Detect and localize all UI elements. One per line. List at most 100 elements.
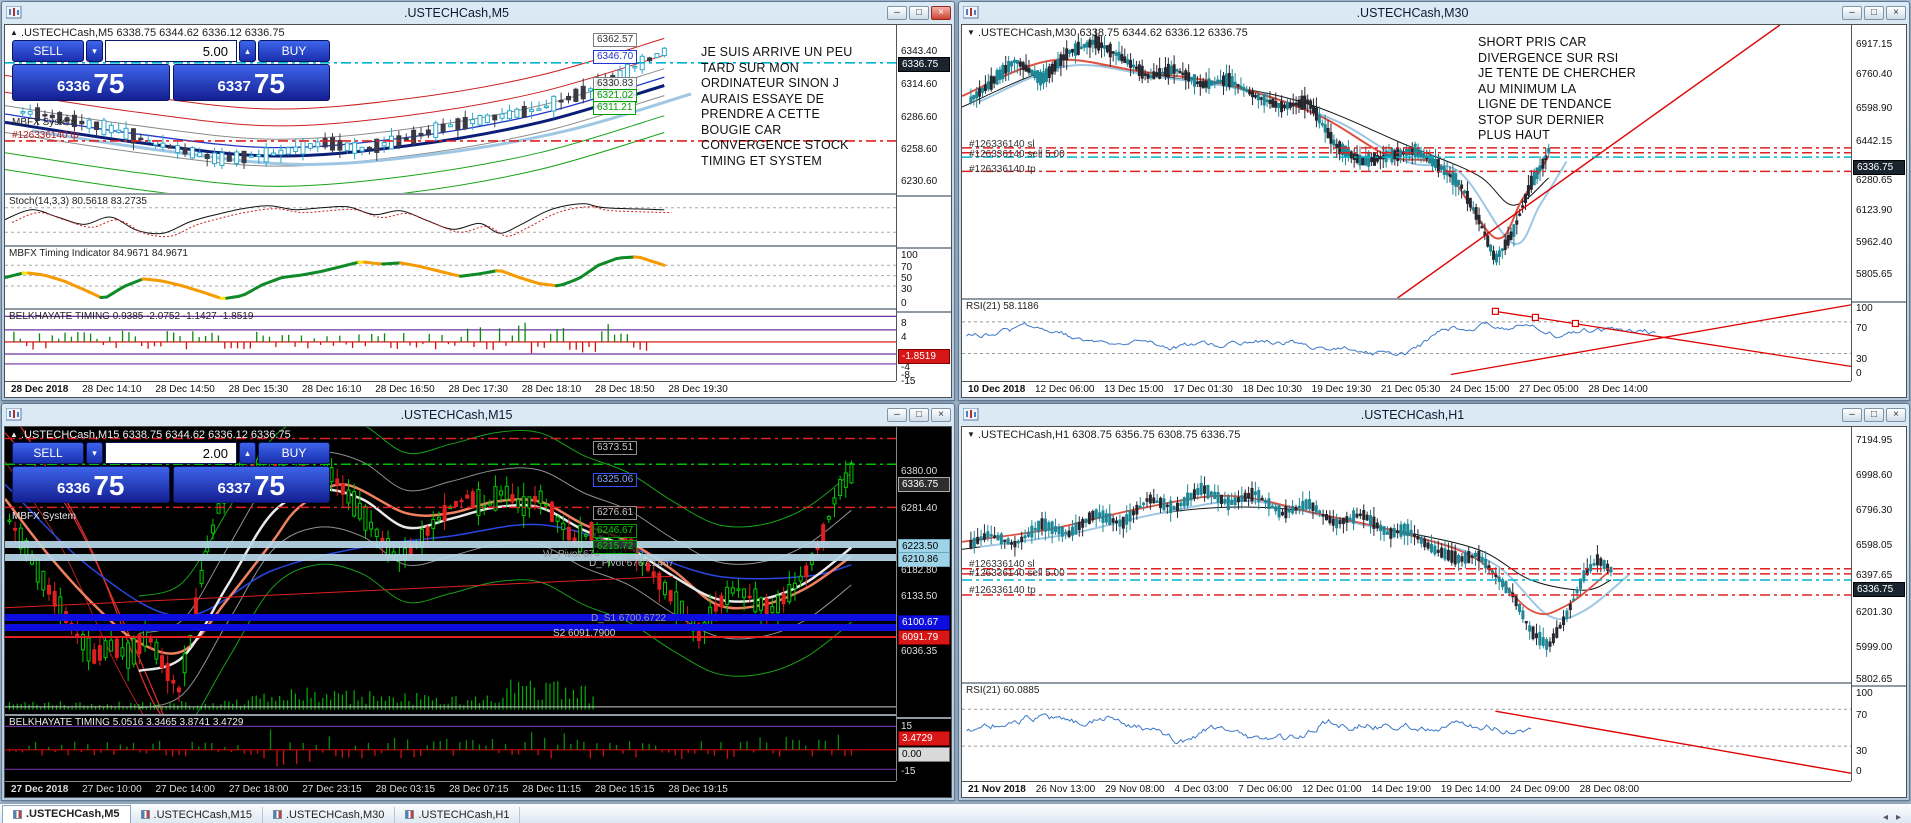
tab-scroll-left-icon[interactable]: ◂ — [1883, 812, 1888, 823]
window-title: .USTECHCash,M5 — [26, 6, 887, 20]
scale-tick: 30 — [901, 285, 912, 295]
mbfx-system-label: MBFX System — [12, 117, 76, 128]
m5-stoch-panel[interactable]: Stoch(14,3,3) 80.5618 83.2735 — [5, 195, 896, 246]
close-icon[interactable]: × — [1886, 6, 1906, 20]
m5-mbfx-panel[interactable]: MBFX Timing Indicator 84.9671 84.9671 — [5, 247, 896, 310]
minimize-icon[interactable]: – — [1842, 408, 1862, 422]
scale-tick: 30 — [1856, 747, 1867, 757]
price-tick: 6796.30 — [1856, 506, 1892, 516]
m30-price-plot[interactable] — [962, 25, 1851, 298]
time-tick: 18 Dec 10:30 — [1242, 384, 1302, 395]
m15-belkhayate-panel[interactable]: BELKHAYATE TIMING 5.0516 3.3465 3.8741 3… — [5, 716, 896, 781]
price-tick: 6258.60 — [901, 145, 937, 155]
h1-price-plot[interactable] — [962, 427, 1851, 682]
level-price-box[interactable]: 6246.67 — [593, 524, 637, 538]
m30-main-panel[interactable]: ▼ .USTECHCash,M30 6338.75 6344.62 6336.1… — [962, 25, 1851, 300]
titlebar-m5[interactable]: .USTECHCash,M5 – □ × — [2, 2, 954, 23]
text-annotation[interactable]: JE SUIS ARRIVE UN PEU TARD SUR MON ORDIN… — [701, 45, 891, 169]
volume-input[interactable]: 5.00 — [105, 40, 237, 62]
close-icon[interactable]: × — [931, 6, 951, 20]
minimize-icon[interactable]: – — [887, 6, 907, 20]
sell-button[interactable]: SELL — [12, 40, 84, 62]
tab-ustechcash-m30[interactable]: .USTECHCash,M30 — [263, 807, 395, 823]
m5-main-panel[interactable]: ▲ .USTECHCash,M5 6338.75 6344.62 6336.12… — [5, 25, 896, 195]
expand-arrow-icon: ▲ — [10, 430, 18, 439]
chevron-down-icon[interactable]: ▾ — [86, 442, 103, 464]
minimize-icon[interactable]: – — [887, 408, 907, 422]
m15-main-panel[interactable]: ▲ .USTECHCash,M15 6338.75 6344.62 6336.1… — [5, 427, 896, 716]
tab-ustechcash-m15[interactable]: .USTECHCash,M15 — [131, 807, 263, 823]
buy-button[interactable]: BUY — [258, 442, 330, 464]
time-tick: 28 Dec 18:50 — [595, 384, 655, 395]
tab-ustechcash-h1[interactable]: .USTECHCash,H1 — [395, 807, 520, 823]
m15-price-scale[interactable]: 6380.00 6336.75 6281.40 6223.50 6210.86 … — [896, 427, 951, 781]
price-tick: 6036.35 — [901, 647, 937, 657]
restore-icon[interactable]: □ — [909, 6, 929, 20]
restore-icon[interactable]: □ — [1864, 6, 1884, 20]
level-price-box[interactable]: 6373.51 — [593, 441, 637, 455]
sell-order-label: #126336140 sell 5.00 — [969, 149, 1065, 160]
time-tick: 26 Nov 13:00 — [1036, 784, 1096, 795]
h1-main-panel[interactable]: ▼ .USTECHCash,H1 6308.75 6356.75 6308.75… — [962, 427, 1851, 684]
current-price-box: 6336.75 — [898, 477, 950, 492]
level-price-box[interactable]: 6215.72 — [593, 540, 637, 554]
scale-tick: 70 — [901, 263, 912, 273]
m30-rsi-panel[interactable]: RSI(21) 58.1186 — [962, 300, 1851, 381]
level-price-box[interactable]: 6325.06 — [593, 473, 637, 487]
text-annotation[interactable]: SHORT PRIS CAR DIVERGENCE SUR RSI JE TEN… — [1478, 35, 1688, 144]
m30-rsi-plot[interactable] — [962, 300, 1851, 381]
m30-time-axis[interactable]: 10 Dec 2018 12 Dec 06:00 13 Dec 15:00 17… — [962, 381, 1851, 397]
buy-button[interactable]: BUY — [258, 40, 330, 62]
level-price-box[interactable]: 6311.21 — [593, 101, 636, 115]
titlebar-m30[interactable]: .USTECHCash,M30 – □ × — [959, 2, 1909, 23]
close-icon[interactable]: × — [931, 408, 951, 422]
volume-input[interactable]: 2.00 — [105, 442, 237, 464]
buy-price-button[interactable]: 633775 — [173, 64, 331, 101]
close-icon[interactable]: × — [1886, 408, 1906, 422]
time-tick: 28 Dec 16:50 — [375, 384, 435, 395]
restore-icon[interactable]: □ — [1864, 408, 1884, 422]
h1-rsi-plot[interactable] — [962, 684, 1851, 781]
m5-price-scale[interactable]: 6343.40 6336.75 6314.60 6286.60 6258.60 … — [896, 25, 951, 381]
symbol-period: .USTECHCash,M15 — [21, 429, 119, 441]
window-m30: .USTECHCash,M30 – □ × ▼ .USTECHCash,M30 … — [958, 1, 1910, 401]
sell-price-button[interactable]: 633675 — [12, 466, 170, 503]
current-price-box: 6336.75 — [898, 57, 950, 72]
minimize-icon[interactable]: – — [1842, 6, 1862, 20]
time-tick: 28 Dec 17:30 — [448, 384, 508, 395]
chevron-up-icon[interactable]: ▴ — [239, 40, 256, 62]
chart-window-icon — [6, 408, 22, 421]
sell-price-button[interactable]: 633675 — [12, 64, 170, 101]
tab-ustechcash-m5[interactable]: .USTECHCash,M5 — [2, 805, 131, 823]
pivot-band — [5, 554, 896, 561]
titlebar-m15[interactable]: .USTECHCash,M15 – □ × — [2, 404, 954, 425]
chart-window-icon — [963, 6, 979, 19]
symbol-period: .USTECHCash,M30 — [978, 27, 1076, 39]
h1-price-scale[interactable]: 7194.95 6998.60 6796.30 6598.05 6397.65 … — [1851, 427, 1906, 781]
price-tick: 6133.50 — [901, 592, 937, 602]
level-price-box[interactable]: 6346.70 — [593, 50, 637, 64]
level-price-box[interactable]: 6362.57 — [593, 33, 637, 47]
m5-belkhayate-panel[interactable]: BELKHAYATE TIMING 0.9385 -2.0752 -1.1427… — [5, 310, 896, 381]
chevron-up-icon[interactable]: ▴ — [239, 442, 256, 464]
price-tick: 6182.80 — [901, 566, 937, 576]
time-tick: 24 Dec 09:00 — [1510, 784, 1570, 795]
scale-tick: 0 — [901, 299, 907, 309]
restore-icon[interactable]: □ — [909, 408, 929, 422]
mbfx-system-label: MBFX System — [12, 511, 76, 522]
h1-time-axis[interactable]: 21 Nov 2018 26 Nov 13:00 29 Nov 08:00 4 … — [962, 781, 1851, 797]
h1-rsi-panel[interactable]: RSI(21) 60.0885 — [962, 684, 1851, 781]
m15-time-axis[interactable]: 27 Dec 2018 27 Dec 10:00 27 Dec 14:00 27… — [5, 781, 896, 797]
titlebar-h1[interactable]: .USTECHCash,H1 – □ × — [959, 404, 1909, 425]
level-price-box[interactable]: 6276.61 — [593, 506, 637, 520]
price-tick: 6397.65 — [1856, 571, 1892, 581]
m5-time-axis[interactable]: 28 Dec 2018 28 Dec 14:10 28 Dec 14:50 28… — [5, 381, 896, 397]
chevron-down-icon[interactable]: ▾ — [86, 40, 103, 62]
buy-price-button[interactable]: 633775 — [173, 466, 331, 503]
price-tick: 6380.00 — [901, 467, 937, 477]
d-s1-label: D_S1 6700.6722 — [591, 613, 666, 624]
tab-scroll-right-icon[interactable]: ▸ — [1896, 812, 1901, 823]
sell-button[interactable]: SELL — [12, 442, 84, 464]
time-tick: 27 Dec 10:00 — [82, 784, 142, 795]
m30-price-scale[interactable]: 6917.15 6760.40 6598.90 6442.15 6336.75 … — [1851, 25, 1906, 381]
